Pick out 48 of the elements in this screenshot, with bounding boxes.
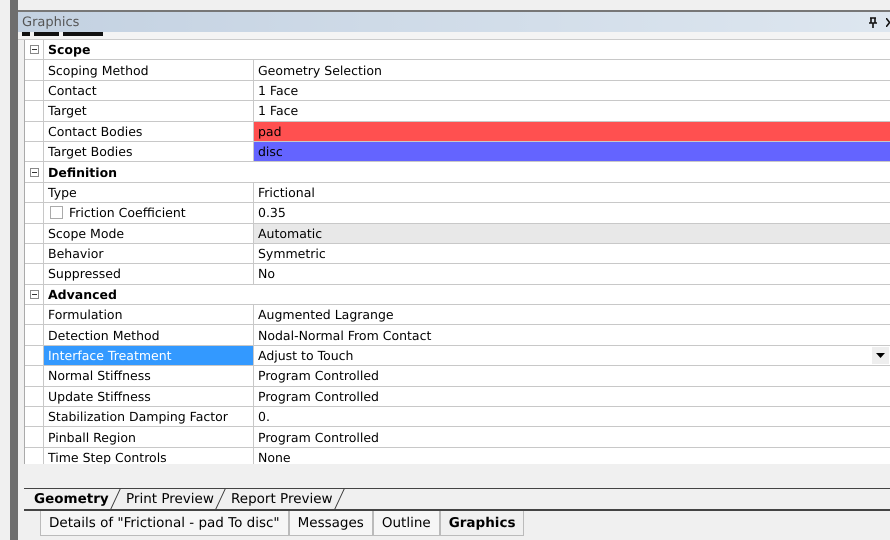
property-value: pad [254, 122, 890, 141]
property-name[interactable]: Target [43, 101, 254, 121]
panel-tab[interactable]: Outline [372, 511, 440, 536]
panel-tab[interactable]: Graphics [440, 511, 524, 536]
close-icon[interactable] [886, 18, 890, 26]
property-value: No [257, 265, 276, 284]
property-name[interactable]: Suppressed [43, 264, 254, 284]
property-name[interactable]: Formulation [43, 305, 254, 324]
property-value: Frictional [257, 184, 316, 202]
property-name[interactable]: Normal Stiffness [43, 366, 254, 386]
pin-icon[interactable] [868, 16, 878, 28]
collapse-icon[interactable] [30, 168, 38, 177]
property-value: 0. [257, 408, 271, 426]
property-value: Nodal-Normal From Contact [257, 326, 432, 345]
property-name[interactable]: Type [43, 182, 254, 202]
property-name[interactable]: Stabilization Damping Factor [43, 407, 254, 426]
checkbox[interactable] [50, 206, 63, 220]
property-value: Symmetric [257, 245, 327, 264]
property-value: 0.35 [257, 204, 287, 222]
property-value: Geometry Selection [257, 62, 383, 80]
property-name[interactable]: Scoping Method [43, 60, 254, 80]
group-header[interactable]: Definition [43, 162, 890, 182]
property-name[interactable]: Pinball Region [43, 427, 254, 447]
panel-title: Graphics [22, 14, 80, 30]
group-header[interactable]: Scope [43, 40, 890, 60]
view-tab[interactable]: Print Preview [111, 489, 226, 509]
property-name[interactable]: Friction Coefficient [69, 205, 186, 220]
view-tab[interactable]: Report Preview [216, 489, 344, 509]
dropdown-field[interactable]: Adjust to Touch [254, 346, 890, 366]
view-tab[interactable]: Geometry [19, 489, 120, 509]
property-value: Program Controlled [257, 388, 380, 406]
property-value: 1 Face [257, 82, 300, 100]
panel-tab[interactable]: Messages [288, 511, 373, 536]
property-value: disc [254, 142, 890, 162]
property-name[interactable]: Behavior [43, 244, 254, 264]
panel-tab[interactable]: Details of "Frictional - pad To disc" [40, 511, 289, 536]
property-value: None [257, 449, 292, 464]
property-name[interactable]: Update Stiffness [43, 386, 254, 406]
collapse-icon[interactable] [30, 45, 38, 54]
property-value: Program Controlled [257, 428, 380, 447]
collapse-icon[interactable] [30, 290, 38, 299]
group-header[interactable]: Advanced [43, 284, 890, 304]
property-name[interactable]: Contact [43, 80, 254, 100]
property-value: Program Controlled [257, 367, 380, 386]
property-name[interactable]: Detection Method [43, 325, 254, 345]
property-value: Automatic [254, 224, 890, 243]
property-value: Augmented Lagrange [257, 306, 395, 324]
property-value: 1 Face [257, 102, 300, 120]
